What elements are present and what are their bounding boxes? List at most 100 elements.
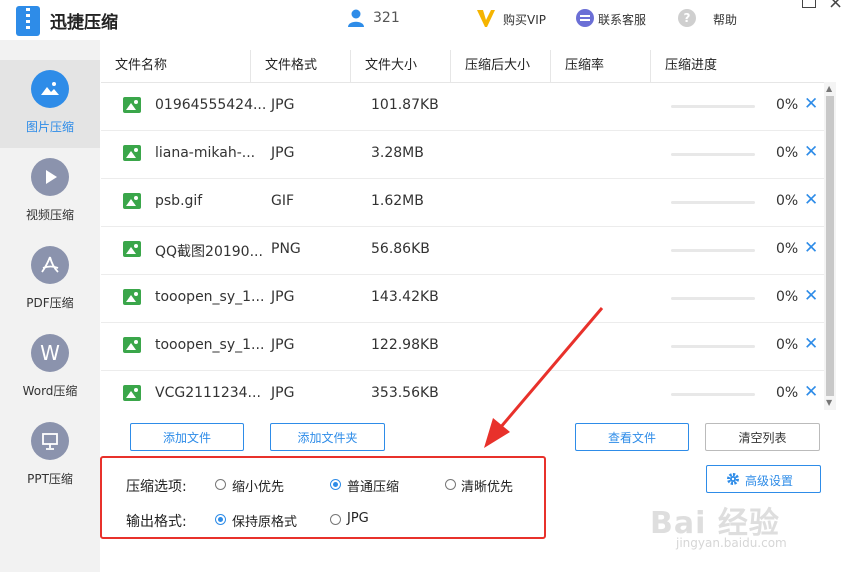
image-file-icon [123, 97, 141, 113]
column-header-ratio: 压缩率 [551, 50, 651, 82]
file-format: JPG [271, 97, 295, 113]
sidebar: 图片压缩 视频压缩 PDF压缩 W Word压缩 PPT压缩 [0, 40, 100, 572]
image-file-icon [123, 385, 141, 401]
contact-service-link[interactable]: 联系客服 [598, 11, 646, 28]
table-row[interactable]: psb.gif GIF 1.62MB 0% ✕ [101, 179, 836, 227]
table-row[interactable]: tooopen_sy_1... JPG 143.42KB 0% ✕ [101, 275, 836, 323]
column-header-compressed-size: 压缩后大小 [451, 50, 551, 82]
file-size: 101.87KB [371, 97, 439, 113]
sidebar-item-video[interactable]: 视频压缩 [0, 148, 100, 236]
table-header: 文件名称 文件格式 文件大小 压缩后大小 压缩率 压缩进度 [101, 50, 836, 83]
sidebar-item-word[interactable]: W Word压缩 [0, 324, 100, 412]
file-name: 01964555424... [155, 97, 267, 113]
add-file-button[interactable]: 添加文件 [130, 423, 244, 451]
file-format: JPG [271, 289, 295, 305]
file-name: QQ截图20190... [155, 244, 263, 260]
image-file-icon [123, 145, 141, 161]
table-row[interactable]: tooopen_sy_1... JPG 122.98KB 0% ✕ [101, 323, 836, 371]
close-icon[interactable]: × [828, 0, 843, 13]
sidebar-item-image[interactable]: 图片压缩 [0, 60, 100, 148]
gear-icon [727, 473, 739, 485]
remove-file-icon[interactable]: ✕ [804, 190, 818, 210]
advanced-settings-button[interactable]: 高级设置 [706, 465, 821, 493]
help-link[interactable]: 帮助 [713, 11, 737, 28]
column-header-progress: 压缩进度 [665, 58, 718, 73]
image-file-icon [123, 193, 141, 209]
annotation-arrow-icon [484, 307, 604, 448]
file-format: JPG [271, 145, 295, 161]
table-row[interactable]: liana-mikah-... JPG 3.28MB 0% ✕ [101, 131, 836, 179]
help-icon[interactable]: ? [678, 9, 696, 27]
vip-icon[interactable] [476, 8, 496, 28]
file-size: 122.98KB [371, 337, 439, 353]
progress-percent: 0% [776, 193, 799, 209]
sidebar-item-pdf[interactable]: PDF压缩 [0, 236, 100, 324]
file-format: PNG [271, 241, 301, 257]
image-file-icon [123, 289, 141, 305]
buy-vip-link[interactable]: 购买VIP [503, 11, 546, 28]
progress-percent: 0% [776, 97, 799, 113]
remove-file-icon[interactable]: ✕ [804, 382, 818, 402]
progress-percent: 0% [776, 241, 799, 257]
file-size: 56.86KB [371, 241, 430, 257]
progress-bar [671, 249, 755, 252]
ppt-icon [31, 422, 69, 460]
progress-percent: 0% [776, 385, 799, 401]
file-name: liana-mikah-... [155, 145, 256, 161]
add-folder-button[interactable]: 添加文件夹 [270, 423, 385, 451]
progress-bar [671, 201, 755, 204]
remove-file-icon[interactable]: ✕ [804, 286, 818, 306]
progress-percent: 0% [776, 289, 799, 305]
file-name: psb.gif [155, 193, 203, 209]
remove-file-icon[interactable]: ✕ [804, 238, 818, 258]
table-row[interactable]: 01964555424... JPG 101.87KB 0% ✕ [101, 83, 836, 131]
sidebar-item-label: 图片压缩 [25, 120, 74, 134]
file-size: 3.28MB [371, 145, 424, 161]
image-file-icon [123, 337, 141, 353]
file-format: JPG [271, 337, 295, 353]
user-icon [348, 9, 364, 27]
app-title: 迅捷压缩 [50, 13, 118, 33]
progress-percent: 0% [776, 337, 799, 353]
progress-bar [671, 105, 755, 108]
file-format: JPG [271, 385, 295, 401]
advanced-settings-label: 高级设置 [745, 474, 794, 488]
sidebar-item-label: PPT压缩 [27, 472, 73, 486]
progress-bar [671, 153, 755, 156]
image-file-icon [123, 241, 141, 257]
play-icon [31, 158, 69, 196]
column-header-size: 文件大小 [351, 50, 451, 82]
watermark-url: jingyan.baidu.com [676, 536, 787, 550]
sidebar-item-label: PDF压缩 [26, 296, 74, 310]
file-size: 1.62MB [371, 193, 424, 209]
word-icon: W [31, 334, 69, 372]
column-header-name: 文件名称 [101, 50, 251, 82]
sidebar-item-ppt[interactable]: PPT压缩 [0, 412, 100, 500]
pdf-icon [31, 246, 69, 284]
table-row[interactable]: VCG2111234... JPG 353.56KB 0% ✕ [101, 371, 836, 418]
file-name: tooopen_sy_1... [155, 289, 265, 305]
table-row[interactable]: QQ截图20190... PNG 56.86KB 0% ✕ [101, 227, 836, 275]
file-size: 143.42KB [371, 289, 439, 305]
scrollbar-thumb[interactable] [826, 96, 834, 396]
annotation-highlight-box [100, 456, 546, 539]
file-table: 文件名称 文件格式 文件大小 压缩后大小 压缩率 压缩进度 0196455542… [101, 50, 836, 410]
scroll-up-icon[interactable]: ▲ [826, 84, 832, 93]
file-format: GIF [271, 193, 295, 209]
progress-bar [671, 393, 755, 396]
chat-icon[interactable] [576, 9, 594, 27]
progress-bar [671, 297, 755, 300]
file-name: tooopen_sy_1... [155, 337, 265, 353]
app-logo-icon [16, 6, 40, 36]
scroll-down-icon[interactable]: ▼ [826, 398, 832, 407]
sidebar-item-label: Word压缩 [22, 384, 78, 398]
sidebar-item-label: 视频压缩 [25, 208, 74, 222]
clear-list-button[interactable]: 清空列表 [705, 423, 820, 451]
remove-file-icon[interactable]: ✕ [804, 334, 818, 354]
maximize-icon[interactable] [802, 0, 816, 8]
file-name: VCG2111234... [155, 385, 261, 401]
user-count: 321 [373, 10, 400, 26]
remove-file-icon[interactable]: ✕ [804, 142, 818, 162]
column-header-format: 文件格式 [251, 50, 351, 82]
remove-file-icon[interactable]: ✕ [804, 94, 818, 114]
